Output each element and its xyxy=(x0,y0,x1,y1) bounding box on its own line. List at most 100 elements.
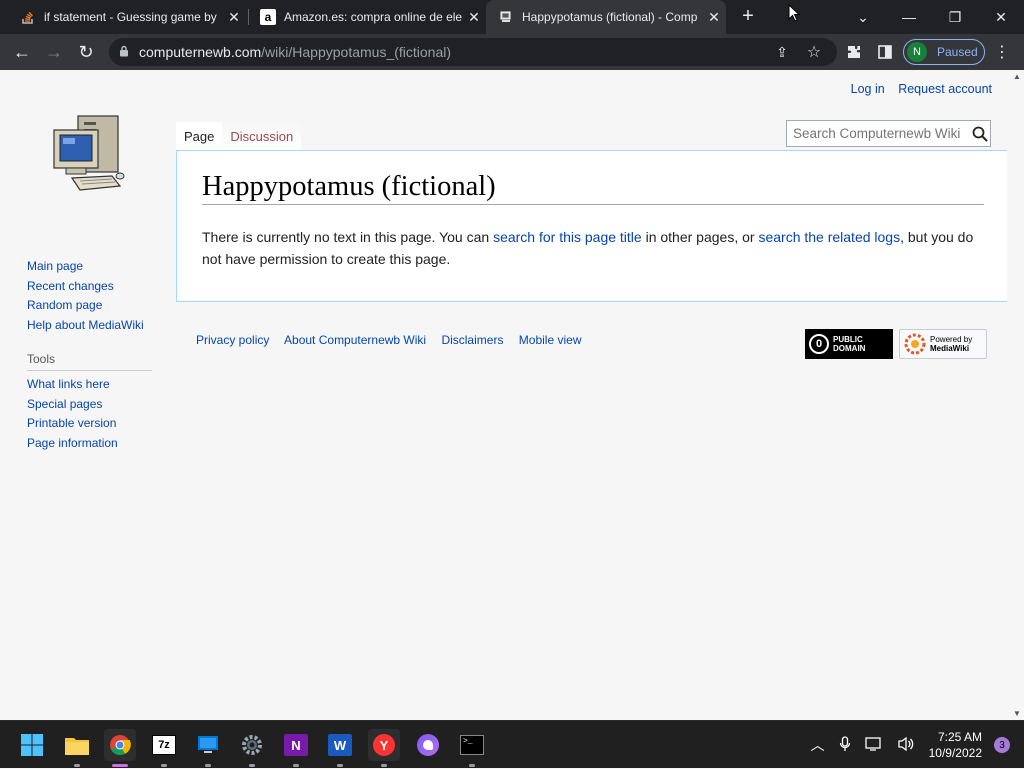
badge-text: Powered by xyxy=(930,335,973,344)
browser-tab-strip: if statement - Guessing game by ✕ a Amaz… xyxy=(0,0,1024,34)
browser-toolbar: ← → ↻ computernewb.com/wiki/Happypotamus… xyxy=(0,34,1024,70)
web-page: Log in Request account Page Discussion H… xyxy=(0,70,1024,720)
back-icon[interactable]: ← xyxy=(8,34,36,70)
close-tab-icon[interactable]: ✕ xyxy=(462,9,486,26)
request-account-link[interactable]: Request account xyxy=(898,82,992,96)
body-text: in other pages, or xyxy=(641,229,759,245)
running-indicator xyxy=(249,764,255,767)
minimize-icon[interactable]: — xyxy=(886,0,932,34)
sidebar-item-special-pages[interactable]: Special pages xyxy=(27,395,152,415)
scroll-up-icon[interactable]: ▲ xyxy=(1013,72,1021,81)
url-path: /wiki/Happypotamus_(fictional) xyxy=(261,44,452,60)
terminal-icon[interactable]: >_ xyxy=(456,729,488,767)
messenger-icon[interactable] xyxy=(412,729,444,761)
page-title: Happypotamus (fictional) xyxy=(202,171,984,205)
footer-badges: 0 PUBLIC DOMAIN Powered by MediaWiki xyxy=(805,329,987,359)
notification-badge[interactable]: 3 xyxy=(994,737,1010,753)
mouse-cursor-icon xyxy=(788,4,800,22)
clock-time: 7:25 AM xyxy=(937,730,982,744)
remote-desktop-icon[interactable] xyxy=(192,729,224,767)
sidebar-item-printable-version[interactable]: Printable version xyxy=(27,414,152,434)
settings-icon[interactable] xyxy=(236,729,268,767)
public-domain-icon: 0 xyxy=(809,334,829,354)
bookmark-star-icon[interactable]: ☆ xyxy=(802,34,826,70)
search-title-link[interactable]: search for this page title xyxy=(493,229,642,245)
avatar: N xyxy=(907,42,927,62)
running-indicator xyxy=(205,764,211,767)
scroll-down-icon[interactable]: ▼ xyxy=(1013,709,1021,718)
amazon-icon: a xyxy=(260,9,276,25)
chevron-up-icon[interactable]: ︿ xyxy=(811,735,825,755)
running-indicator xyxy=(112,764,128,767)
search-icon[interactable] xyxy=(970,126,990,142)
onenote-icon[interactable]: N xyxy=(280,729,312,767)
public-domain-badge[interactable]: 0 PUBLIC DOMAIN xyxy=(805,329,893,359)
microphone-icon[interactable] xyxy=(839,735,851,755)
url-host: computernewb.com xyxy=(139,44,262,60)
login-link[interactable]: Log in xyxy=(851,82,885,96)
sidebar-item-recent-changes[interactable]: Recent changes xyxy=(27,277,152,297)
privacy-policy-link[interactable]: Privacy policy xyxy=(196,333,269,347)
sidebar-item-main-page[interactable]: Main page xyxy=(27,257,152,277)
new-tab-button[interactable]: + xyxy=(737,5,759,27)
clock-date: 10/9/2022 xyxy=(928,746,982,760)
start-icon[interactable] xyxy=(16,729,48,761)
forward-icon[interactable]: → xyxy=(40,34,68,70)
site-logo[interactable] xyxy=(50,108,126,194)
clock[interactable]: 7:25 AM 10/9/2022 xyxy=(929,729,982,761)
badge-text: DOMAIN xyxy=(833,344,866,353)
personal-tools: Log in Request account xyxy=(841,82,992,96)
url-text: computernewb.com/wiki/Happypotamus_(fict… xyxy=(139,44,451,60)
file-explorer-icon[interactable] xyxy=(61,729,93,767)
tab-discussion[interactable]: Discussion xyxy=(222,122,302,150)
stackoverflow-icon xyxy=(20,9,36,25)
7zip-icon[interactable]: 7z xyxy=(148,729,180,767)
close-window-icon[interactable]: ✕ xyxy=(978,0,1024,34)
sidebar-item-random-page[interactable]: Random page xyxy=(27,296,152,316)
mobile-view-link[interactable]: Mobile view xyxy=(519,333,582,347)
running-indicator xyxy=(161,764,167,767)
restore-icon[interactable]: ❐ xyxy=(932,0,978,34)
content-area: Happypotamus (fictional) There is curren… xyxy=(176,150,1007,302)
wiki-search xyxy=(786,120,991,147)
sidebar-item-help[interactable]: Help about MediaWiki xyxy=(27,316,152,336)
profile-button[interactable]: N Paused xyxy=(903,39,985,65)
search-input[interactable] xyxy=(787,126,970,141)
sidebar-item-what-links-here[interactable]: What links here xyxy=(27,375,152,395)
side-panel-icon[interactable] xyxy=(873,34,897,70)
taskbar: 7z N W Y >_ ︿ 7:25 AM 10/9/2022 3 xyxy=(0,720,1024,768)
scrollbar[interactable]: ▲ ▼ xyxy=(1010,70,1024,720)
extensions-icon[interactable] xyxy=(842,34,866,70)
body-text: There is currently no text in this page.… xyxy=(202,229,494,245)
yandex-icon[interactable]: Y xyxy=(368,729,400,767)
share-icon[interactable]: ⇪ xyxy=(770,34,794,70)
sidebar-item-page-information[interactable]: Page information xyxy=(27,434,152,454)
volume-icon[interactable] xyxy=(897,736,915,755)
tab-title: Amazon.es: compra online de ele xyxy=(284,10,462,24)
running-indicator xyxy=(469,764,475,767)
page-body: There is currently no text in this page.… xyxy=(202,226,992,270)
close-tab-icon[interactable]: ✕ xyxy=(702,9,726,26)
tab-search-icon[interactable]: ⌄ xyxy=(840,0,886,34)
chrome-icon[interactable] xyxy=(104,729,136,767)
menu-icon[interactable]: ⋮ xyxy=(992,34,1012,70)
tab-title: if statement - Guessing game by xyxy=(44,10,217,24)
address-bar[interactable]: computernewb.com/wiki/Happypotamus_(fict… xyxy=(109,38,837,66)
network-icon[interactable] xyxy=(864,736,883,755)
sidebar: Main page Recent changes Random page Hel… xyxy=(27,257,152,453)
related-logs-link[interactable]: search the related logs xyxy=(758,229,900,245)
computernewb-icon xyxy=(498,9,514,25)
system-tray: ︿ 7:25 AM 10/9/2022 3 xyxy=(811,721,1024,769)
running-indicator xyxy=(74,764,80,767)
footer-links: Privacy policy About Computernewb Wiki D… xyxy=(196,333,594,347)
badge-text: MediaWiki xyxy=(930,344,970,353)
browser-tab[interactable]: a Amazon.es: compra online de ele ✕ xyxy=(240,0,486,34)
tab-page[interactable]: Page xyxy=(176,122,223,150)
powered-by-mediawiki-badge[interactable]: Powered by MediaWiki xyxy=(899,329,987,359)
browser-tab-active[interactable]: Happypotamus (fictional) - Comp ✕ xyxy=(486,0,726,34)
disclaimers-link[interactable]: Disclaimers xyxy=(441,333,503,347)
browser-tab[interactable]: if statement - Guessing game by ✕ xyxy=(0,0,246,34)
word-icon[interactable]: W xyxy=(324,729,356,767)
about-link[interactable]: About Computernewb Wiki xyxy=(284,333,426,347)
reload-icon[interactable]: ↻ xyxy=(72,34,100,70)
